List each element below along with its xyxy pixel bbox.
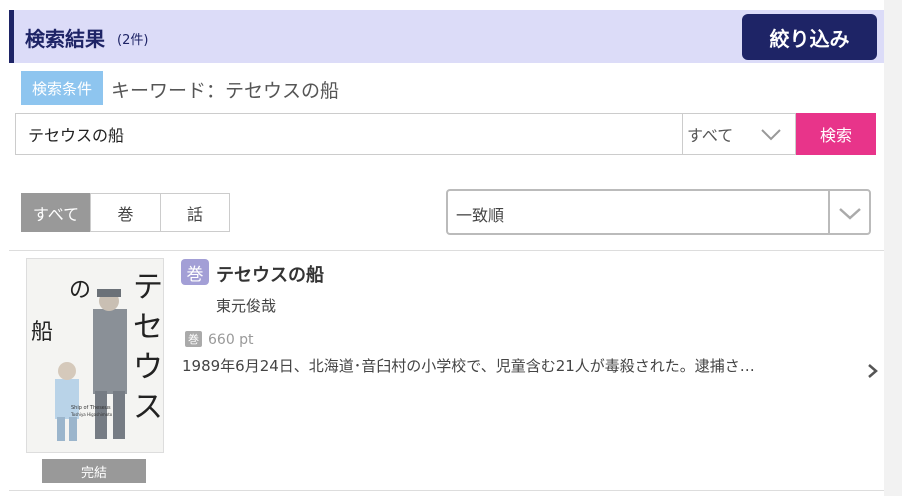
price-type-icon: 巻	[185, 331, 202, 347]
book-price: 660 pt	[208, 332, 254, 348]
book-synopsis: 1989年6月24日、北海道･音臼村の小学校で、児童含む21人が毒殺された。逮捕…	[182, 357, 755, 375]
chevron-down-icon	[761, 129, 781, 141]
sort-value: 一致順	[456, 206, 505, 225]
tab-episode[interactable]: 話	[160, 193, 230, 232]
search-input[interactable]	[15, 113, 682, 155]
list-divider-bottom	[9, 490, 884, 491]
search-scope-select[interactable]: すべて	[682, 113, 796, 155]
book-cover-image: テセウス の船 Ship of Theseus Toshiya Higashim…	[27, 259, 163, 452]
page-title: 検索結果	[25, 27, 105, 51]
search-button[interactable]: 検索	[796, 113, 876, 155]
book-title[interactable]: テセウスの船	[216, 261, 324, 287]
book-author[interactable]: 東元俊哉	[216, 295, 276, 316]
tab-volume[interactable]: 巻	[90, 193, 161, 232]
filter-button[interactable]: 絞り込み	[742, 14, 877, 60]
type-tabs: すべて 巻 話	[21, 193, 230, 232]
list-divider	[9, 250, 884, 251]
volume-badge: 巻	[181, 259, 209, 285]
search-condition-badge: 検索条件	[21, 71, 103, 105]
search-condition-text: キーワード：テセウスの船	[111, 80, 340, 102]
scroll-gutter	[884, 0, 902, 496]
chevron-right-icon[interactable]	[866, 363, 880, 379]
search-scope-value: すべて	[687, 126, 734, 145]
cover-author: Toshiya Higashimoto	[70, 412, 113, 417]
tab-all[interactable]: すべて	[21, 193, 91, 232]
sort-divider	[828, 191, 830, 233]
book-cover[interactable]: テセウス の船 Ship of Theseus Toshiya Higashim…	[26, 258, 164, 453]
cover-subtitle: Ship of Theseus	[71, 405, 111, 411]
sort-select[interactable]: 一致順	[446, 189, 871, 235]
chevron-down-icon	[839, 208, 861, 220]
status-badge: 完結	[42, 459, 146, 483]
result-count: (2件)	[117, 33, 149, 48]
search-results-page: 検索結果 (2件) 絞り込み 検索条件 キーワード：テセウスの船 すべて 検索 …	[0, 0, 902, 496]
